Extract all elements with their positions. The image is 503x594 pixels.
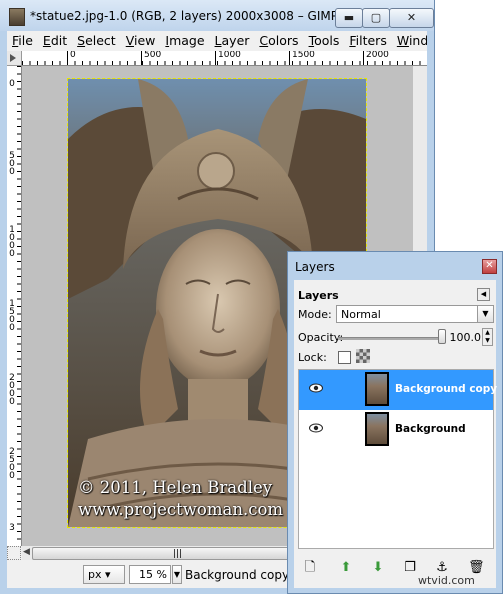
layers-tab-label: Layers (298, 289, 339, 302)
ruler-major-tick (141, 51, 142, 65)
unit-value: px (88, 568, 102, 581)
lower-layer-icon[interactable]: ⬇ (370, 560, 386, 576)
ruler-label: 1000 (9, 225, 15, 259)
ruler-major-tick (67, 51, 68, 65)
ruler-label: 500 (9, 151, 15, 177)
window-title: *statue2.jpg-1.0 (RGB, 2 layers) 2000x30… (30, 9, 338, 23)
layer-list: Background copy Background (298, 369, 497, 549)
opacity-input[interactable]: 100.0 (449, 329, 482, 346)
gimp-app-icon (9, 8, 25, 26)
chevron-down-icon[interactable]: ▼ (477, 306, 493, 322)
ruler-label: 3 (9, 523, 15, 533)
eye-icon[interactable] (309, 423, 323, 433)
raise-layer-icon[interactable]: ⬆ (338, 560, 354, 576)
duplicate-layer-icon[interactable]: ❐ (402, 560, 418, 576)
menu-select[interactable]: Select (72, 31, 121, 48)
layer-name[interactable]: Background copy (395, 383, 497, 395)
new-layer-icon[interactable]: 🗋 (302, 560, 318, 576)
layers-close-button[interactable]: ✕ (482, 259, 497, 274)
opacity-slider[interactable] (338, 337, 444, 340)
menu-filters[interactable]: Filters (344, 31, 391, 48)
layers-dialog: Layers ✕ Layers ◀ Mode: Normal ▼ Opacity… (287, 251, 503, 594)
close-button[interactable]: ✕ (389, 8, 434, 28)
ruler-label: 2000 (366, 51, 389, 60)
image-menu-button[interactable] (7, 51, 22, 66)
ruler-label: 1000 (218, 51, 241, 60)
menu-layer[interactable]: Layer (210, 31, 255, 48)
eye-icon[interactable] (309, 383, 323, 393)
watermark-copyright: © 2011, Helen Bradley (78, 478, 273, 497)
menu-bar: File Edit Select View Image Layer Colors Tools F… (7, 31, 427, 51)
maximize-button[interactable]: ▢ (362, 8, 390, 28)
ruler-label: 1500 (9, 299, 15, 333)
ruler-label: 0 (9, 79, 15, 89)
layer-name[interactable]: Background (395, 423, 466, 435)
ruler-label: 2000 (9, 373, 15, 407)
triangle-right-icon (10, 54, 16, 62)
grip-icon: ||| (173, 549, 183, 559)
lock-pixels-checkbox[interactable] (338, 351, 351, 364)
opacity-spin-button[interactable]: ▲ ▼ (482, 328, 493, 346)
unit-select[interactable]: px ▾ (83, 565, 125, 584)
ruler-label: 500 (144, 51, 162, 60)
menu-view[interactable]: View (121, 31, 161, 48)
menu-edit[interactable]: Edit (38, 31, 72, 48)
layer-row-background-copy[interactable]: Background copy (299, 370, 497, 410)
menu-file[interactable]: File (7, 31, 38, 48)
layer-thumbnail (365, 372, 389, 406)
layers-panel: Layers ◀ Mode: Normal ▼ Opacity: 100.0 ▲… (294, 280, 497, 588)
mode-select[interactable]: Normal ▼ (336, 305, 494, 323)
lock-label: Lock: (298, 351, 327, 364)
opacity-slider-handle[interactable] (438, 329, 446, 344)
mode-value: Normal (341, 308, 381, 321)
menu-tools[interactable]: Tools (304, 31, 345, 48)
ruler-label: 2500 (9, 447, 15, 481)
ruler-major-tick (363, 51, 364, 65)
ruler-major-tick (215, 51, 216, 65)
ruler-label: 0 (70, 51, 76, 60)
mode-label: Mode: (298, 308, 332, 321)
minimize-button[interactable]: ▬ (335, 8, 363, 28)
menu-colors[interactable]: Colors (254, 31, 303, 48)
title-bar[interactable]: *statue2.jpg-1.0 (RGB, 2 layers) 2000x30… (0, 0, 434, 31)
menu-windows[interactable]: Windo (392, 31, 427, 48)
site-watermark: wtvid.com (418, 574, 475, 587)
ruler-label: 1500 (292, 51, 315, 60)
arrow-left-icon[interactable]: ◀ (23, 547, 30, 557)
layer-thumbnail (365, 412, 389, 446)
layer-row-background[interactable]: Background (299, 410, 493, 450)
layers-dialog-title: Layers (295, 260, 335, 274)
opacity-label: Opacity: (298, 331, 344, 344)
tab-menu-button[interactable]: ◀ (477, 288, 490, 301)
lock-alpha-icon[interactable] (356, 349, 370, 363)
ruler-major-tick (289, 51, 290, 65)
zoom-dropdown[interactable]: ▼ (172, 565, 182, 584)
zoom-input[interactable]: 15 % (129, 565, 171, 584)
navigate-button[interactable] (7, 546, 21, 560)
horizontal-ruler[interactable]: 0 500 1000 1500 2000 (22, 51, 427, 66)
vertical-ruler[interactable]: 0 500 1000 1500 2000 2500 3 (7, 66, 22, 546)
watermark-website: www.projectwoman.com (78, 500, 284, 519)
menu-image[interactable]: Image (160, 31, 209, 48)
